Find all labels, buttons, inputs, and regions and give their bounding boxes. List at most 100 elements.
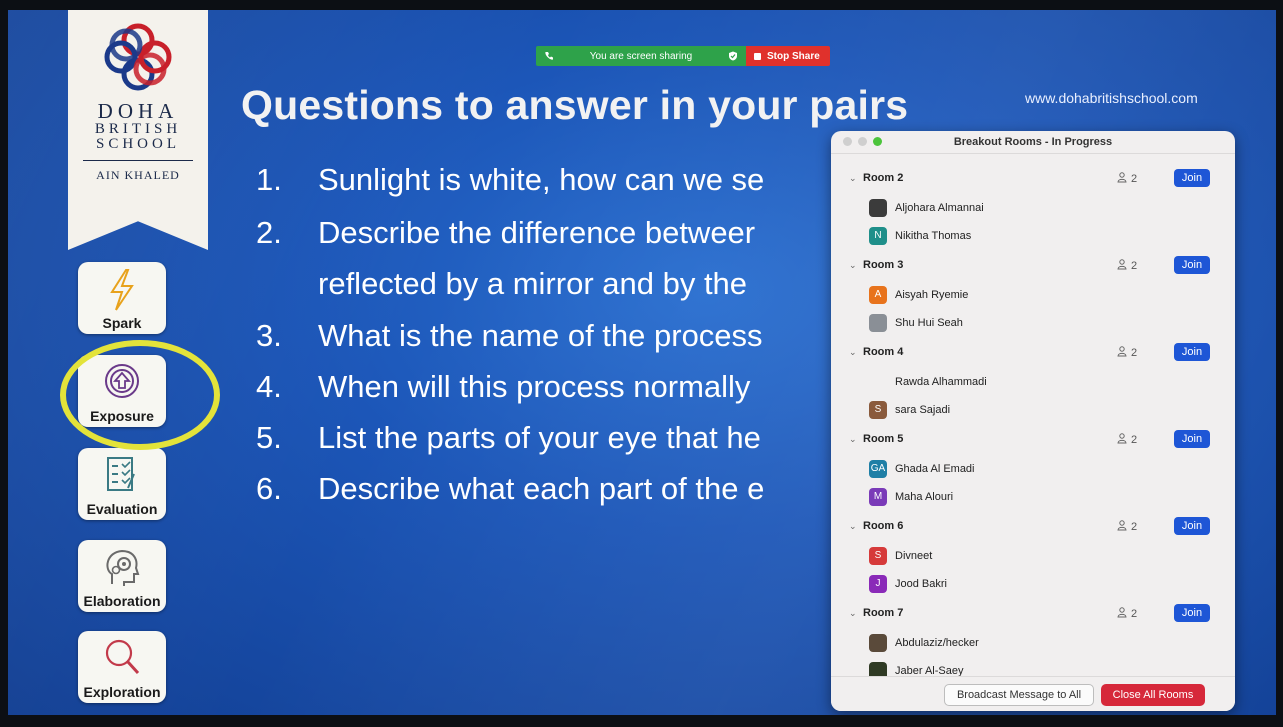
stop-share-label: Stop Share	[767, 50, 820, 62]
room-header[interactable]: ⌄ Room 7 2 Join	[831, 602, 1235, 628]
room-count-value: 2	[1131, 521, 1138, 533]
logo-divider	[83, 160, 193, 161]
participant-row: Aljohara Almannai	[831, 196, 1235, 222]
shared-screen: DOHA BRITISH SCHOOL AIN KHALED Spark Exp…	[8, 10, 1276, 715]
question-text-continued: reflected by a mirror and by the	[318, 266, 748, 301]
nav-card-spark[interactable]: Spark	[78, 262, 166, 334]
avatar: S	[869, 547, 887, 565]
room-count-value: 2	[1131, 608, 1138, 620]
participant-name: Abdulaziz/hecker	[895, 637, 979, 649]
head-gears-icon	[106, 549, 140, 586]
room-count-value: 2	[1131, 347, 1138, 359]
room-count-value: 2	[1131, 434, 1138, 446]
avatar	[869, 373, 887, 391]
avatar	[869, 634, 887, 652]
room-participant-count: 2	[1117, 520, 1137, 533]
room-name: Room 4	[863, 346, 904, 358]
question-text: List the parts of your eye that he	[318, 420, 761, 455]
screen-share-bar: You are screen sharing Stop Share	[536, 46, 830, 66]
logo-campus: AIN KHALED	[96, 168, 180, 182]
avatar	[869, 199, 887, 217]
nav-card-evaluation[interactable]: Evaluation	[78, 448, 166, 520]
breakout-rooms-window: Breakout Rooms - In Progress ⌄ Room 2 2 Joi…	[831, 131, 1235, 711]
room-header[interactable]: ⌄ Room 2 2 Join	[831, 167, 1235, 193]
join-button[interactable]: Join	[1174, 517, 1210, 535]
participant-name: Jood Bakri	[895, 578, 947, 590]
participant-row: Shu Hui Seah	[831, 311, 1235, 337]
question-text: Describe the difference betweer	[318, 215, 756, 250]
question-number: 2.	[256, 215, 282, 250]
room-name: Room 7	[863, 607, 904, 619]
participant-name: sara Sajadi	[895, 404, 951, 416]
join-button[interactable]: Join	[1174, 430, 1210, 448]
room-participant-count: 2	[1117, 607, 1137, 620]
chevron-down-icon[interactable]: ⌄	[849, 173, 857, 184]
breakout-title: Breakout Rooms - In Progress	[953, 136, 1113, 148]
checklist-icon	[107, 457, 135, 491]
participant-name: Nikitha Thomas	[895, 230, 972, 242]
avatar: J	[869, 575, 887, 593]
avatar: N	[869, 227, 887, 245]
participant-row: Ssara Sajadi	[831, 398, 1235, 424]
question-number: 1.	[256, 162, 282, 197]
chevron-down-icon[interactable]: ⌄	[849, 434, 857, 445]
question-number: 4.	[256, 369, 282, 404]
participant-name: Shu Hui Seah	[895, 317, 963, 329]
room-header[interactable]: ⌄ Room 3 2 Join	[831, 254, 1235, 280]
broadcast-button[interactable]: Broadcast Message to All	[944, 684, 1094, 706]
avatar: M	[869, 488, 887, 506]
magnifier-icon	[105, 639, 140, 675]
participant-row: M Maha Alouri	[831, 485, 1235, 511]
avatar: A	[869, 286, 887, 304]
question-text: When will this process normally	[318, 369, 751, 404]
join-button[interactable]: Join	[1174, 343, 1210, 361]
question-number: 5.	[256, 420, 282, 455]
room-header[interactable]: ⌄ Room 4 2 Join	[831, 341, 1235, 367]
avatar	[869, 314, 887, 332]
participant-name: Aisyah Ryemie	[895, 289, 969, 301]
nav-card-exploration[interactable]: Exploration	[78, 631, 166, 703]
room-header[interactable]: ⌄ Room 6 2 Join	[831, 515, 1235, 541]
join-button[interactable]: Join	[1174, 604, 1210, 622]
nav-label-spark: Spark	[102, 315, 142, 331]
nav-card-elaboration[interactable]: Elaboration	[78, 540, 166, 612]
logo-doha: DOHA	[97, 99, 179, 123]
lightning-icon	[110, 269, 134, 311]
nav-label-elaboration: Elaboration	[83, 593, 161, 609]
chevron-down-icon[interactable]: ⌄	[849, 608, 857, 619]
chevron-down-icon[interactable]: ⌄	[849, 347, 857, 358]
participant-name: Ghada Al Emadi	[895, 463, 975, 475]
question-text: Describe what each part of the e	[318, 471, 765, 506]
close-all-rooms-button[interactable]: Close All Rooms	[1101, 684, 1205, 706]
school-logo-banner: DOHA BRITISH SCHOOL AIN KHALED	[68, 10, 208, 250]
participant-row: S Divneet	[831, 544, 1235, 570]
participant-row: J Jood Bakri	[831, 572, 1235, 598]
room-count-value: 2	[1131, 260, 1138, 272]
chevron-down-icon[interactable]: ⌄	[849, 521, 857, 532]
question-text: What is the name of the process	[318, 318, 763, 353]
slide-title: Questions to answer in your pairs	[241, 82, 909, 128]
logo-school: SCHOOL	[95, 136, 180, 152]
participant-row: GA Ghada Al Emadi	[831, 457, 1235, 483]
participant-name: Divneet	[895, 550, 933, 562]
participant-row: Abdulaziz/hecker	[831, 631, 1235, 657]
room-name: Room 2	[863, 172, 904, 184]
chevron-down-icon[interactable]: ⌄	[849, 260, 857, 271]
stop-share-button[interactable]: Stop Share	[746, 46, 830, 66]
avatar: GA	[869, 460, 887, 478]
avatar: S	[869, 401, 887, 419]
room-header[interactable]: ⌄ Room 5 2 Join	[831, 428, 1235, 454]
nav-label-exploration: Exploration	[83, 684, 161, 700]
participant-name: Aljohara Almannai	[895, 202, 984, 214]
room-participant-count: 2	[1117, 259, 1137, 272]
person-icon	[1117, 259, 1127, 270]
share-status-text: You are screen sharing	[589, 50, 693, 62]
join-button[interactable]: Join	[1174, 169, 1210, 187]
share-status[interactable]: You are screen sharing	[536, 46, 746, 66]
room-name: Room 6	[863, 520, 904, 532]
question-text: Sunlight is white, how can we se	[318, 162, 765, 197]
participant-name: Maha Alouri	[895, 491, 954, 503]
room-participant-count: 2	[1117, 346, 1137, 359]
breakout-footer: Broadcast Message to All Close All Rooms	[831, 676, 1235, 711]
join-button[interactable]: Join	[1174, 256, 1210, 274]
